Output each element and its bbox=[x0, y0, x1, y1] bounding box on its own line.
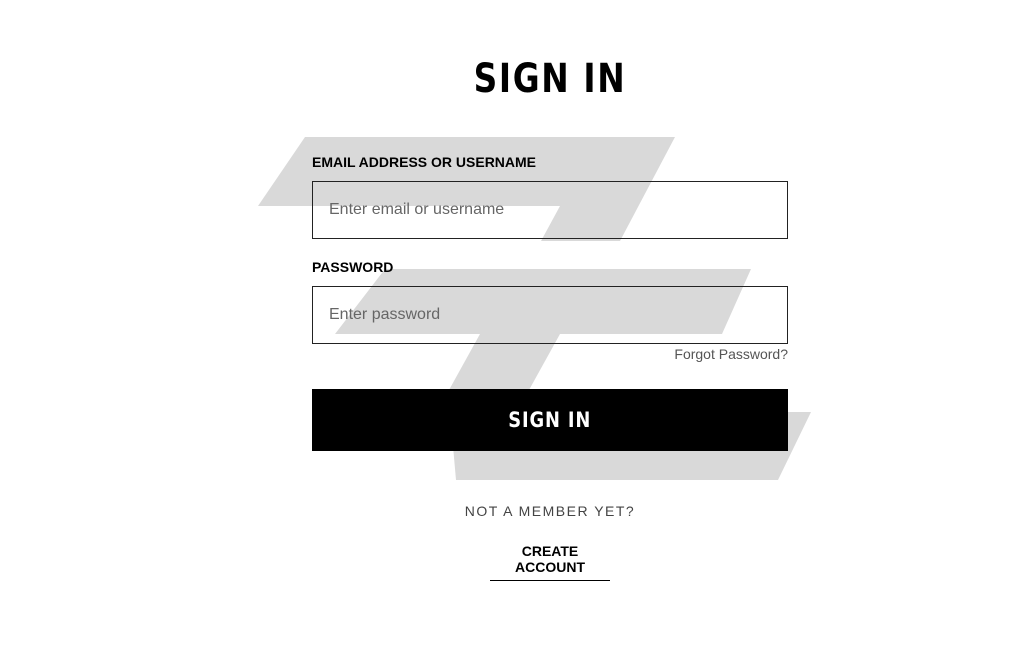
sign-in-button[interactable]: SIGN IN bbox=[312, 389, 788, 451]
forgot-password-link[interactable]: Forgot Password? bbox=[674, 346, 788, 362]
sign-in-page: SIGN IN EMAIL ADDRESS OR USERNAME PASSWO… bbox=[0, 0, 1019, 661]
page-title: SIGN IN bbox=[473, 56, 627, 102]
create-account-link[interactable]: CREATE ACCOUNT bbox=[490, 543, 610, 581]
email-label: EMAIL ADDRESS OR USERNAME bbox=[312, 154, 537, 170]
password-input[interactable] bbox=[312, 286, 788, 344]
sign-in-button-label: SIGN IN bbox=[508, 408, 592, 432]
email-input[interactable] bbox=[312, 181, 788, 239]
not-member-text: NOT A MEMBER YET? bbox=[464, 503, 636, 519]
password-label: PASSWORD bbox=[312, 259, 394, 275]
